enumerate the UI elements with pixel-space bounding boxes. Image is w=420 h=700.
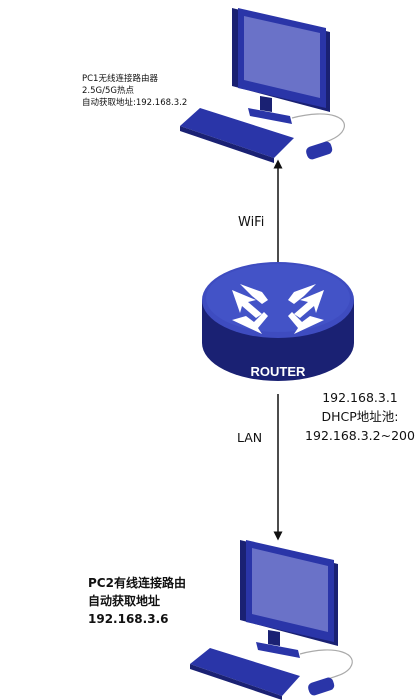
pc1-computer-icon: [180, 8, 345, 163]
pc2-mouse-icon: [299, 649, 353, 696]
pc2-computer-icon: [190, 540, 353, 700]
pc2-line: 192.168.3.6: [88, 612, 169, 626]
pc1-line: PC1无线连接路由器: [82, 74, 158, 84]
network-diagram: ROUTER: [180, 8, 354, 700]
pc2-keyboard-icon: [190, 648, 300, 700]
pc1-line: 2.5G/5G热点: [82, 86, 134, 96]
pc2-description: PC2有线连接路由 自动获取地址 192.168.3.6: [88, 574, 186, 628]
dhcp-pool-range: 192.168.3.2~200: [305, 428, 415, 443]
pc1-monitor-icon: [232, 8, 330, 124]
pc2-monitor-icon: [240, 540, 338, 658]
pc1-line: 自动获取地址:192.168.3.2: [82, 98, 188, 108]
pc1-mouse-icon: [291, 113, 345, 160]
router-info: 192.168.3.1 DHCP地址池: 192.168.3.2~200: [300, 388, 420, 445]
pc2-line: PC2有线连接路由: [88, 576, 186, 590]
wifi-label: WiFi: [238, 215, 265, 230]
router-name-label: ROUTER: [251, 364, 307, 379]
router-ip: 192.168.3.1: [322, 390, 398, 405]
dhcp-pool-label: DHCP地址池:: [321, 409, 399, 424]
lan-label: LAN: [237, 430, 263, 445]
pc1-description: PC1无线连接路由器 2.5G/5G热点 自动获取地址:192.168.3.2: [82, 73, 187, 109]
pc2-line: 自动获取地址: [88, 594, 161, 608]
